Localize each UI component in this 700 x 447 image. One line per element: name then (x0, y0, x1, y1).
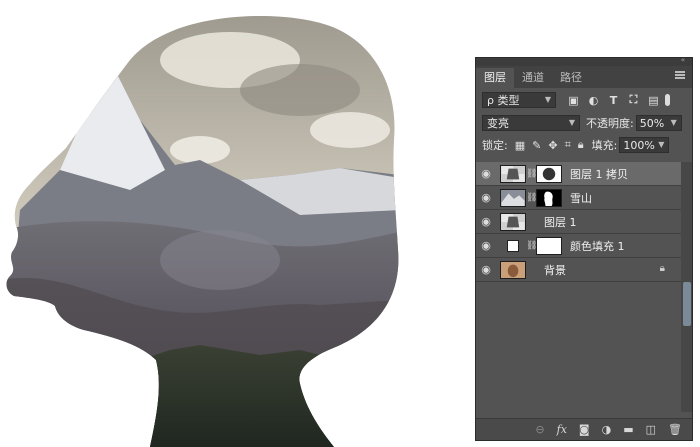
chevron-down-icon: ▼ (658, 140, 665, 149)
lock-transparent-icon[interactable]: ▦ (515, 139, 525, 152)
panel-bottom-bar: ⊖ fx ◙ ◑ ▬ ◫ 🗑︎ (476, 418, 692, 440)
lock-position-icon[interactable]: ✥ (548, 139, 557, 152)
fill-color-swatch[interactable] (500, 236, 526, 255)
layer-thumbnail (500, 260, 526, 279)
lock-all-icon[interactable]: 🔒︎ (578, 138, 584, 152)
type-filter-icon[interactable]: T (608, 94, 619, 107)
trash-icon[interactable]: 🗑︎ (668, 423, 682, 436)
layer-row-snow-mountain[interactable]: ◉ ⛓ 雪山 (476, 186, 681, 210)
filter-toggle[interactable] (665, 94, 670, 106)
smart-object-filter-icon[interactable]: ▤ (648, 94, 659, 107)
lock-artboard-icon[interactable]: ⌗ (565, 138, 571, 152)
adjustment-icon[interactable]: ◑ (602, 423, 612, 436)
fill-label: 填充: (591, 139, 618, 152)
opacity-field[interactable]: 50% ▼ (635, 115, 682, 131)
fx-icon[interactable]: fx (557, 423, 567, 436)
chevron-down-icon: ▼ (544, 95, 551, 104)
layer-mask-thumbnail[interactable] (536, 164, 562, 183)
chevron-down-icon: ▼ (568, 118, 575, 127)
layer-thumbnail (500, 164, 526, 183)
visibility-eye-icon[interactable]: ◉ (476, 215, 496, 228)
layer-thumbnail (500, 188, 526, 207)
lock-row: 锁定: ▦ ✎ ✥ ⌗ 🔒︎ 填充: 100% ▼ (476, 134, 692, 156)
tab-channels[interactable]: 通道 (514, 68, 552, 88)
visibility-eye-icon[interactable]: ◉ (476, 167, 496, 180)
layer-row-background[interactable]: ◉ 背景 🔒︎ (476, 258, 681, 282)
canvas-artwork (6, 15, 399, 447)
layer-scrollbar[interactable] (681, 162, 692, 412)
blend-mode-value: 变亮 (487, 117, 509, 130)
new-layer-icon[interactable]: ◫ (646, 423, 656, 436)
layer-thumbnail (500, 212, 526, 231)
panel-menu-icon[interactable] (675, 71, 685, 79)
folder-icon[interactable]: ▬ (623, 423, 633, 436)
layer-row-color-fill-1[interactable]: ◉ ⛓ 颜色填充 1 (476, 234, 681, 258)
fill-value: 100% (623, 138, 655, 152)
layer-lock-icon: 🔒︎ (659, 263, 665, 274)
link-icon[interactable]: ⊖ (535, 423, 544, 436)
filter-kind-select[interactable]: ρ 类型 ▼ (482, 92, 556, 108)
layer-row-layer1[interactable]: ◉ 图层 1 (476, 210, 681, 234)
opacity-label: 不透明度: (586, 117, 634, 130)
mask-link-icon[interactable]: ⛓ (526, 241, 537, 251)
filter-kind-label: ρ 类型 (487, 94, 520, 107)
filter-row: ρ 类型 ▼ ▣ ◐ T ⛶ ▤ (476, 88, 692, 112)
mask-link-icon[interactable]: ⛓ (526, 193, 537, 203)
blend-mode-select[interactable]: 变亮 ▼ (482, 115, 580, 131)
chevron-down-icon: ▼ (670, 118, 677, 127)
opacity-value: 50% (639, 116, 665, 130)
layer-name: 颜色填充 1 (570, 239, 625, 253)
pixel-filter-icon[interactable]: ▣ (568, 94, 579, 107)
scrollbar-grip[interactable] (683, 282, 691, 326)
visibility-eye-icon[interactable]: ◉ (476, 191, 496, 204)
layer-mask-thumbnail[interactable] (536, 236, 562, 255)
collapse-icon[interactable]: « (681, 58, 686, 64)
adjustment-filter-icon[interactable]: ◐ (588, 94, 599, 107)
mask-link-icon[interactable]: ⛓ (526, 169, 537, 179)
shape-filter-icon[interactable]: ⛶ (628, 93, 639, 106)
lock-image-icon[interactable]: ✎ (532, 139, 541, 152)
layer-mask-thumbnail[interactable] (536, 188, 562, 207)
panel-top-strip: « (476, 58, 692, 66)
layers-panel: « 图层 通道 路径 ρ 类型 ▼ ▣ ◐ T ⛶ ▤ 变亮 ▼ 不透明度: 5… (475, 57, 693, 441)
layer-name: 背景 (544, 263, 566, 277)
layer-name: 图层 1 (544, 215, 577, 229)
layer-name: 雪山 (570, 191, 592, 205)
layer-name: 图层 1 拷贝 (570, 167, 628, 181)
layer-list: ◉ ⛓ 图层 1 拷贝 ◉ ⛓ 雪山 ◉ 图层 1 ◉ ⛓ 颜色填充 1 ◉ 背… (476, 162, 681, 282)
tab-paths[interactable]: 路径 (552, 68, 590, 88)
panel-tabs: 图层 通道 路径 (476, 66, 692, 88)
visibility-eye-icon[interactable]: ◉ (476, 263, 496, 276)
fill-field[interactable]: 100% ▼ (619, 137, 670, 153)
visibility-eye-icon[interactable]: ◉ (476, 239, 496, 252)
lock-label: 锁定: (482, 139, 508, 152)
tab-layers[interactable]: 图层 (476, 68, 514, 88)
blend-row: 变亮 ▼ 不透明度: 50% ▼ (476, 112, 692, 134)
mask-icon[interactable]: ◙ (579, 423, 590, 436)
layer-row-layer1-copy[interactable]: ◉ ⛓ 图层 1 拷贝 (476, 162, 681, 186)
